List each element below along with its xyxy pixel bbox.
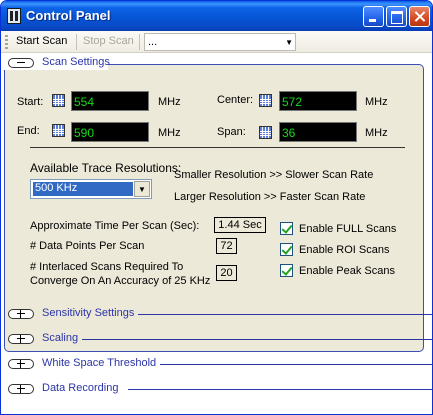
toolbar-grip-icon[interactable] bbox=[5, 35, 8, 49]
enable-full-scans-label: Enable FULL Scans bbox=[299, 223, 397, 235]
section-rule bbox=[82, 339, 432, 340]
trace-resolution-select[interactable]: 500 KHz ▼ bbox=[30, 179, 152, 199]
section-rule bbox=[160, 364, 432, 365]
interlaced-label-line1: # Interlaced Scans Required To bbox=[30, 261, 184, 273]
stop-scan-button[interactable]: Stop Scan bbox=[83, 35, 134, 47]
enable-roi-scans-label: Enable ROI Scans bbox=[299, 244, 390, 256]
interlaced-value: 20 bbox=[216, 265, 237, 281]
window-title: Control Panel bbox=[26, 8, 111, 23]
data-points-value: 72 bbox=[216, 238, 237, 254]
toolbar: Start Scan Stop Scan ... ▼ bbox=[1, 31, 432, 53]
collapse-toggle-icon[interactable] bbox=[8, 58, 34, 68]
app-icon bbox=[7, 8, 21, 24]
center-label: Center: bbox=[217, 94, 254, 106]
toolbar-combo-value: ... bbox=[148, 36, 158, 48]
section-data-recording[interactable]: Data Recording bbox=[4, 382, 432, 396]
calculator-icon[interactable] bbox=[259, 126, 272, 139]
start-unit: MHz bbox=[158, 96, 181, 108]
enable-peak-scans-checkbox[interactable] bbox=[280, 264, 293, 277]
trace-resolutions-label: Available Trace Resolutions: bbox=[30, 161, 182, 175]
resolution-note-smaller: Smaller Resolution >> Slower Scan Rate bbox=[174, 169, 374, 181]
section-divider bbox=[30, 147, 405, 148]
span-unit: MHz bbox=[365, 127, 388, 139]
close-button[interactable] bbox=[409, 6, 430, 27]
section-rule bbox=[128, 389, 432, 390]
expand-toggle-icon[interactable] bbox=[8, 334, 34, 344]
expand-toggle-icon[interactable] bbox=[8, 309, 34, 319]
section-label: Scaling bbox=[42, 332, 79, 344]
maximize-button[interactable] bbox=[386, 6, 407, 27]
end-value-display[interactable]: 590 bbox=[71, 122, 149, 142]
center-unit: MHz bbox=[365, 96, 388, 108]
settings-panel: Start: 554 MHz Center: 572 MHz End: 590 … bbox=[1, 53, 432, 414]
resolution-note-larger: Larger Resolution >> Faster Scan Rate bbox=[174, 191, 366, 203]
title-bar[interactable]: Control Panel bbox=[1, 1, 432, 31]
start-label: Start: bbox=[17, 96, 44, 108]
enable-peak-scans-label: Enable Peak Scans bbox=[299, 265, 396, 277]
interlaced-label-line2: Converge On An Accuracy of 25 KHz bbox=[30, 275, 211, 287]
start-scan-button[interactable]: Start Scan bbox=[16, 35, 67, 47]
scan-settings-header[interactable]: Scan Settings bbox=[4, 56, 110, 70]
span-label: Span: bbox=[217, 126, 246, 138]
end-unit: MHz bbox=[158, 127, 181, 139]
chevron-down-icon[interactable]: ▼ bbox=[285, 38, 293, 47]
trace-resolution-value: 500 KHz bbox=[33, 182, 133, 196]
section-label: White Space Threshold bbox=[42, 357, 157, 369]
span-value-display[interactable]: 36 bbox=[279, 122, 357, 142]
end-label: End: bbox=[17, 125, 40, 137]
minimize-button[interactable] bbox=[363, 6, 384, 27]
section-white-space-threshold[interactable]: White Space Threshold bbox=[4, 357, 432, 371]
section-sensitivity-settings[interactable]: Sensitivity Settings bbox=[4, 307, 432, 321]
calculator-icon[interactable] bbox=[52, 124, 65, 137]
calculator-icon[interactable] bbox=[259, 94, 272, 107]
enable-full-scans-checkbox[interactable] bbox=[280, 222, 293, 235]
start-value-display[interactable]: 554 bbox=[71, 91, 149, 111]
chevron-down-icon[interactable]: ▼ bbox=[134, 181, 150, 197]
scan-settings-title: Scan Settings bbox=[42, 56, 110, 68]
expand-toggle-icon[interactable] bbox=[8, 384, 34, 394]
section-scaling[interactable]: Scaling bbox=[4, 332, 432, 346]
time-per-scan-value: 1.44 Sec bbox=[214, 217, 266, 233]
expand-toggle-icon[interactable] bbox=[8, 359, 34, 369]
toolbar-separator bbox=[76, 34, 77, 50]
enable-roi-scans-checkbox[interactable] bbox=[280, 243, 293, 256]
data-points-label: # Data Points Per Scan bbox=[30, 240, 145, 252]
center-value-display[interactable]: 572 bbox=[279, 91, 357, 111]
section-label: Data Recording bbox=[42, 382, 119, 394]
toolbar-combo[interactable]: ... ▼ bbox=[144, 33, 296, 51]
section-label: Sensitivity Settings bbox=[42, 307, 135, 319]
calculator-icon[interactable] bbox=[52, 94, 65, 107]
time-per-scan-label: Approximate Time Per Scan (Sec): bbox=[30, 220, 200, 232]
control-panel-window: Control Panel Start Scan Stop Scan ... ▼… bbox=[0, 0, 433, 415]
toolbar-separator bbox=[139, 34, 140, 50]
section-rule bbox=[138, 314, 432, 315]
